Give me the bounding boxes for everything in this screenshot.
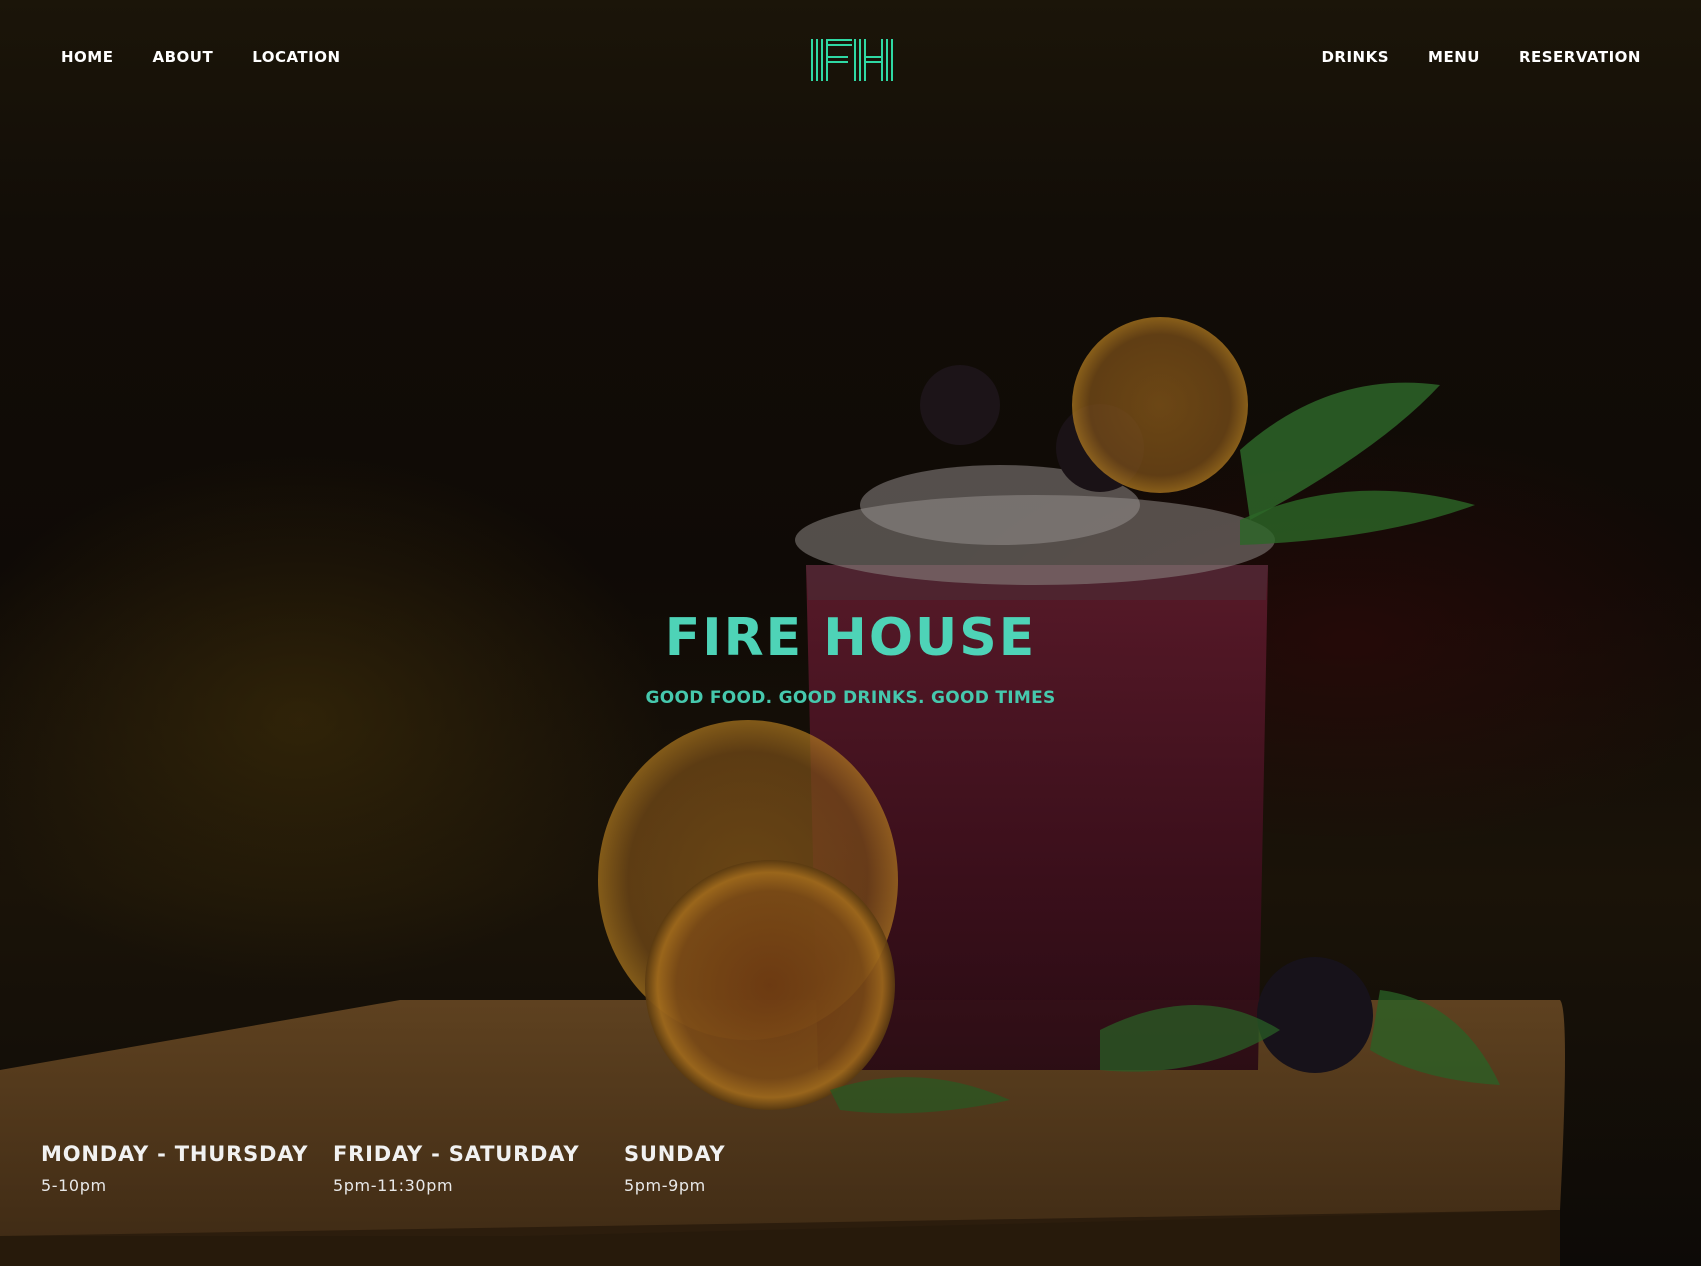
fh-header-logo[interactable] xyxy=(810,37,894,83)
primary-nav-right: DRINKS MENU RESERVATION xyxy=(1321,48,1641,66)
nav-about-link[interactable]: ABOUT xyxy=(152,48,213,66)
primary-nav-left: HOME ABOUT LOCATION xyxy=(61,48,341,66)
hours-block-sunday: SUNDAY 5pm-9pm xyxy=(624,1142,725,1195)
nav-location-link[interactable]: LOCATION xyxy=(252,48,340,66)
nav-reservation-link[interactable]: RESERVATION xyxy=(1519,48,1641,66)
brand-title: FIRE HOUSE xyxy=(664,608,1037,668)
nav-drinks-link[interactable]: DRINKS xyxy=(1321,48,1389,66)
hours-block-mon-thu: MONDAY - THURSDAY 5-10pm xyxy=(41,1142,308,1195)
hours-time-value: 5pm-9pm xyxy=(624,1176,706,1195)
hours-day-label: MONDAY - THURSDAY xyxy=(41,1142,309,1166)
nav-home-link[interactable]: HOME xyxy=(61,48,113,66)
fh-hero-logo xyxy=(644,347,1058,569)
hours-time-value: 5-10pm xyxy=(41,1176,107,1195)
hours-time-value: 5pm-11:30pm xyxy=(333,1176,454,1195)
hours-day-label: SUNDAY xyxy=(624,1142,726,1166)
hours-day-label: FRIDAY - SATURDAY xyxy=(333,1142,580,1166)
nav-menu-link[interactable]: MENU xyxy=(1428,48,1480,66)
brand-tagline: GOOD FOOD. GOOD DRINKS. GOOD TIMES xyxy=(645,688,1056,708)
hours-block-fri-sat: FRIDAY - SATURDAY 5pm-11:30pm xyxy=(333,1142,579,1195)
